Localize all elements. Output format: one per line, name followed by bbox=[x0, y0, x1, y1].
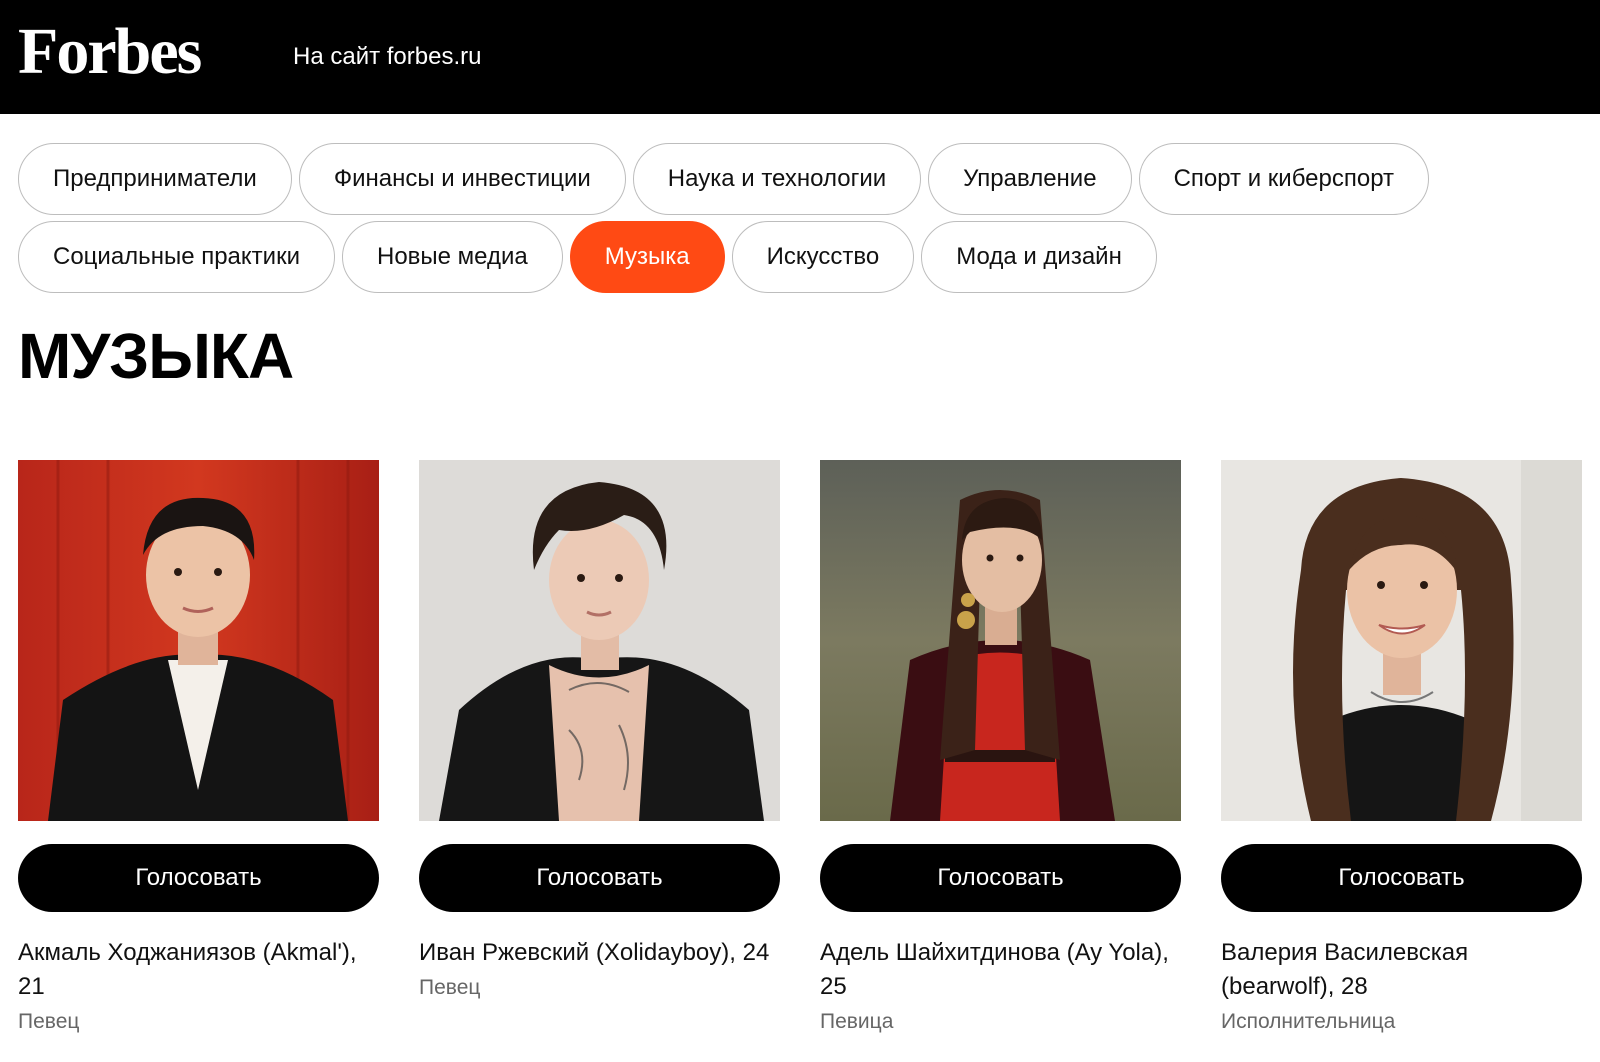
candidate-name[interactable]: Акмаль Ходжаниязов (Akmal'), 21 bbox=[18, 936, 379, 1004]
candidate-card: Голосовать Валерия Василевская (bearwolf… bbox=[1221, 460, 1582, 1036]
candidate-role: Певица bbox=[820, 1010, 894, 1033]
candidate-name[interactable]: Адель Шайхитдинова (Ay Yola), 25 bbox=[820, 936, 1181, 1004]
category-pill-music[interactable]: Музыка bbox=[569, 221, 725, 293]
page-title: МУЗЫКА bbox=[18, 320, 294, 392]
top-header: Forbes На сайт forbes.ru bbox=[0, 0, 1600, 114]
portrait-illustration bbox=[1221, 460, 1582, 821]
category-pill-management[interactable]: Управление bbox=[928, 143, 1132, 215]
candidate-role: Певец bbox=[18, 1010, 80, 1033]
vote-button[interactable]: Голосовать bbox=[18, 844, 379, 912]
category-pill-science[interactable]: Наука и технологии bbox=[632, 143, 922, 215]
category-pill-art[interactable]: Искусство bbox=[731, 221, 915, 293]
candidate-photo[interactable] bbox=[1221, 460, 1582, 821]
portrait-illustration bbox=[18, 460, 379, 821]
vote-button[interactable]: Голосовать bbox=[419, 844, 780, 912]
candidate-photo[interactable] bbox=[419, 460, 780, 821]
category-pill-finance[interactable]: Финансы и инвестиции bbox=[298, 143, 626, 215]
candidate-name[interactable]: Валерия Василевская (bearwolf), 28 bbox=[1221, 936, 1582, 1004]
site-link[interactable]: На сайт forbes.ru bbox=[293, 42, 481, 72]
candidate-card: Голосовать Адель Шайхитдинова (Ay Yola),… bbox=[820, 460, 1181, 1036]
portrait-illustration bbox=[419, 460, 780, 821]
category-pill-social[interactable]: Социальные практики bbox=[18, 221, 335, 293]
candidate-photo[interactable] bbox=[18, 460, 379, 821]
category-nav: Предприниматели Финансы и инвестиции Нау… bbox=[18, 143, 1578, 299]
candidate-list: Голосовать Акмаль Ходжаниязов (Akmal'), … bbox=[18, 460, 1582, 1036]
vote-button[interactable]: Голосовать bbox=[820, 844, 1181, 912]
forbes-logo[interactable]: Forbes bbox=[18, 12, 202, 92]
candidate-photo[interactable] bbox=[820, 460, 1181, 821]
category-pill-fashion[interactable]: Мода и дизайн bbox=[921, 221, 1157, 293]
candidate-role: Исполнительница bbox=[1221, 1010, 1396, 1033]
candidate-role: Певец bbox=[419, 976, 481, 999]
category-pill-sport[interactable]: Спорт и киберспорт bbox=[1138, 143, 1430, 215]
candidate-card: Голосовать Иван Ржевский (Xolidayboy), 2… bbox=[419, 460, 780, 1036]
portrait-illustration bbox=[820, 460, 1181, 821]
category-pill-new-media[interactable]: Новые медиа bbox=[341, 221, 563, 293]
category-pill-entrepreneurs[interactable]: Предприниматели bbox=[18, 143, 292, 215]
candidate-name[interactable]: Иван Ржевский (Xolidayboy), 24 bbox=[419, 936, 780, 970]
vote-button[interactable]: Голосовать bbox=[1221, 844, 1582, 912]
candidate-card: Голосовать Акмаль Ходжаниязов (Akmal'), … bbox=[18, 460, 379, 1036]
nav-row-1: Предприниматели Финансы и инвестиции Нау… bbox=[18, 143, 1578, 215]
nav-row-2: Социальные практики Новые медиа Музыка И… bbox=[18, 221, 1578, 293]
